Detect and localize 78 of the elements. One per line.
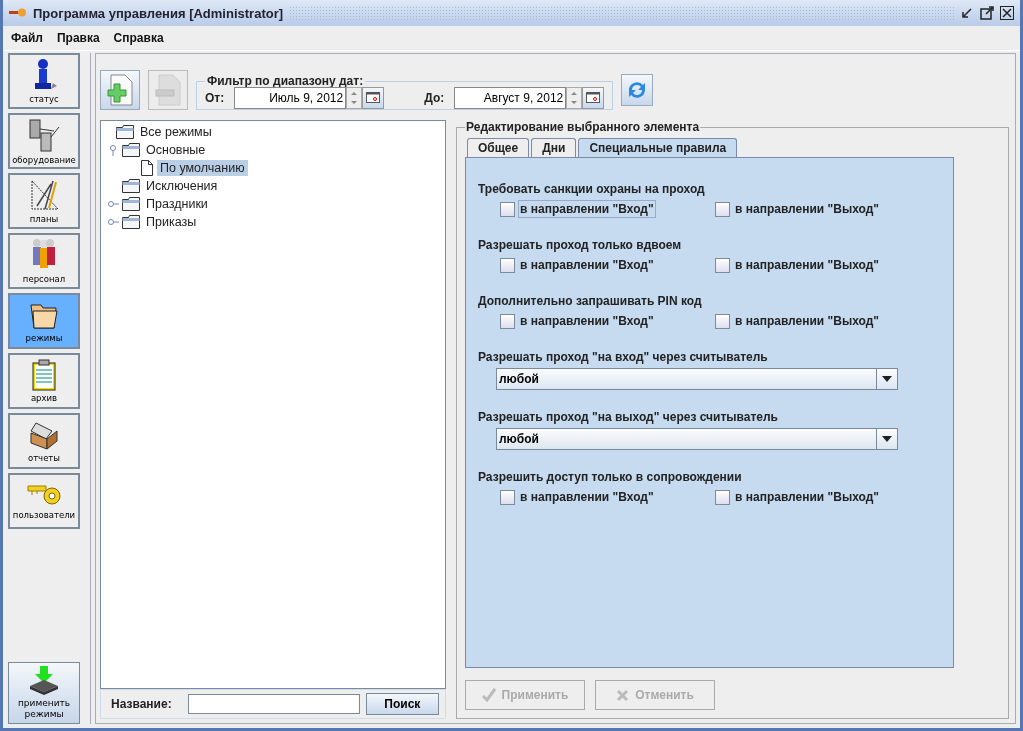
reader-dropdown[interactable]: любой: [496, 368, 898, 390]
checkbox-option[interactable]: в направлении "Вход": [500, 312, 715, 330]
folder-icon: [116, 125, 134, 139]
section-title: Дополнительно запрашивать PIN код: [478, 294, 703, 308]
calendar-icon: [586, 92, 601, 103]
spinner-arrows-icon: [351, 90, 358, 105]
sidebar-button[interactable]: планы: [8, 173, 80, 229]
sidebar-button[interactable]: режимы: [8, 293, 80, 349]
group-title: Редактирование выбранного элемента: [465, 120, 701, 134]
calendar-button[interactable]: [362, 86, 385, 109]
checkbox-option[interactable]: в направлении "Вход": [500, 256, 715, 274]
tree-item[interactable]: Все режимы: [137, 124, 215, 140]
tree-item[interactable]: Основные: [143, 142, 209, 158]
close-icon[interactable]: [1000, 6, 1014, 20]
checkbox-option[interactable]: в направлении "Выход": [715, 200, 930, 218]
menu-item[interactable]: Файл: [11, 31, 43, 45]
cross-icon: [616, 688, 630, 702]
checkbox-option[interactable]: в направлении "Выход": [715, 488, 930, 506]
spinner-arrows-icon: [571, 90, 578, 105]
date-field[interactable]: Август 9, 2012: [454, 86, 567, 109]
tab[interactable]: Специальные правила: [578, 138, 738, 157]
folder-icon: [122, 215, 140, 229]
folder-icon: [122, 143, 140, 157]
sidebar-button[interactable]: пользователи: [8, 473, 80, 529]
key-icon: [9, 8, 27, 18]
checkbox-option[interactable]: в направлении "Выход": [715, 312, 930, 330]
field-label: До:: [424, 90, 445, 105]
expanded-handle-icon[interactable]: [107, 144, 119, 156]
dropdown-arrow-icon: [882, 436, 892, 442]
folder-icon: [122, 197, 140, 211]
apply-modes-button[interactable]: применить режимы: [8, 662, 80, 724]
tree-item[interactable]: Праздники: [143, 196, 211, 212]
menu-item[interactable]: Правка: [56, 31, 100, 45]
remove-document-icon: [153, 74, 183, 106]
minimize-icon[interactable]: [960, 6, 974, 20]
calendar-button[interactable]: [582, 86, 605, 109]
section-title: Требовать санкции охраны на проход: [478, 182, 706, 196]
checkbox-option[interactable]: в направлении "Выход": [715, 256, 930, 274]
dropdown-arrow-icon: [882, 376, 892, 382]
section-title: Разрешать проход "на вход" через считыватель: [478, 350, 769, 364]
window-title: Программа управления [Administrator]: [33, 5, 284, 21]
sidebar-button[interactable]: архив: [8, 353, 80, 409]
date-field[interactable]: Июль 9, 2012: [234, 86, 347, 109]
checkbox-option[interactable]: в направлении "Вход": [500, 488, 715, 506]
add-document-icon: [105, 74, 135, 106]
field-label: Название:: [111, 697, 172, 711]
checkmark-icon: [481, 688, 496, 702]
section-title: Разрешать проход "на выход" через считыватель: [478, 410, 779, 424]
reader-dropdown[interactable]: любой: [496, 428, 898, 450]
maximize-icon[interactable]: [980, 6, 994, 20]
key-icon: [26, 482, 62, 508]
field-label: От:: [205, 90, 225, 105]
sidebar-button[interactable]: статус: [8, 53, 80, 109]
drafting-tools-icon: [29, 178, 59, 212]
section-title: Разрешать проход только вдвоем: [478, 238, 683, 252]
tree-item[interactable]: Приказы: [143, 214, 200, 230]
refresh-button[interactable]: [621, 74, 654, 106]
computers-icon: [27, 117, 61, 153]
clipboard-icon: [31, 359, 57, 391]
sidebar-button[interactable]: персонал: [8, 233, 80, 289]
collapsed-handle-icon[interactable]: [107, 216, 119, 228]
name-input-field[interactable]: [187, 694, 360, 714]
calendar-icon: [366, 92, 381, 103]
sidebar-button[interactable]: отчеты: [8, 413, 80, 469]
menu-item[interactable]: Справка: [113, 31, 164, 45]
collapsed-handle-icon[interactable]: [107, 198, 119, 210]
tree-item[interactable]: Исключения: [143, 178, 221, 194]
search-button[interactable]: Поиск: [365, 693, 439, 715]
section-title: Разрешить доступ только в сопровождении: [478, 470, 743, 484]
chip-download-icon: [27, 666, 61, 697]
sidebar-button[interactable]: оборудование: [8, 113, 80, 169]
tab[interactable]: Дни: [531, 138, 577, 157]
add-button[interactable]: [100, 70, 140, 110]
document-icon: [140, 160, 154, 176]
folder-icon: [122, 179, 140, 193]
tree-item[interactable]: По умолчанию: [157, 160, 248, 176]
group-title: Фильтр по диапазону дат:: [206, 74, 365, 88]
tab[interactable]: Общее: [467, 138, 530, 157]
